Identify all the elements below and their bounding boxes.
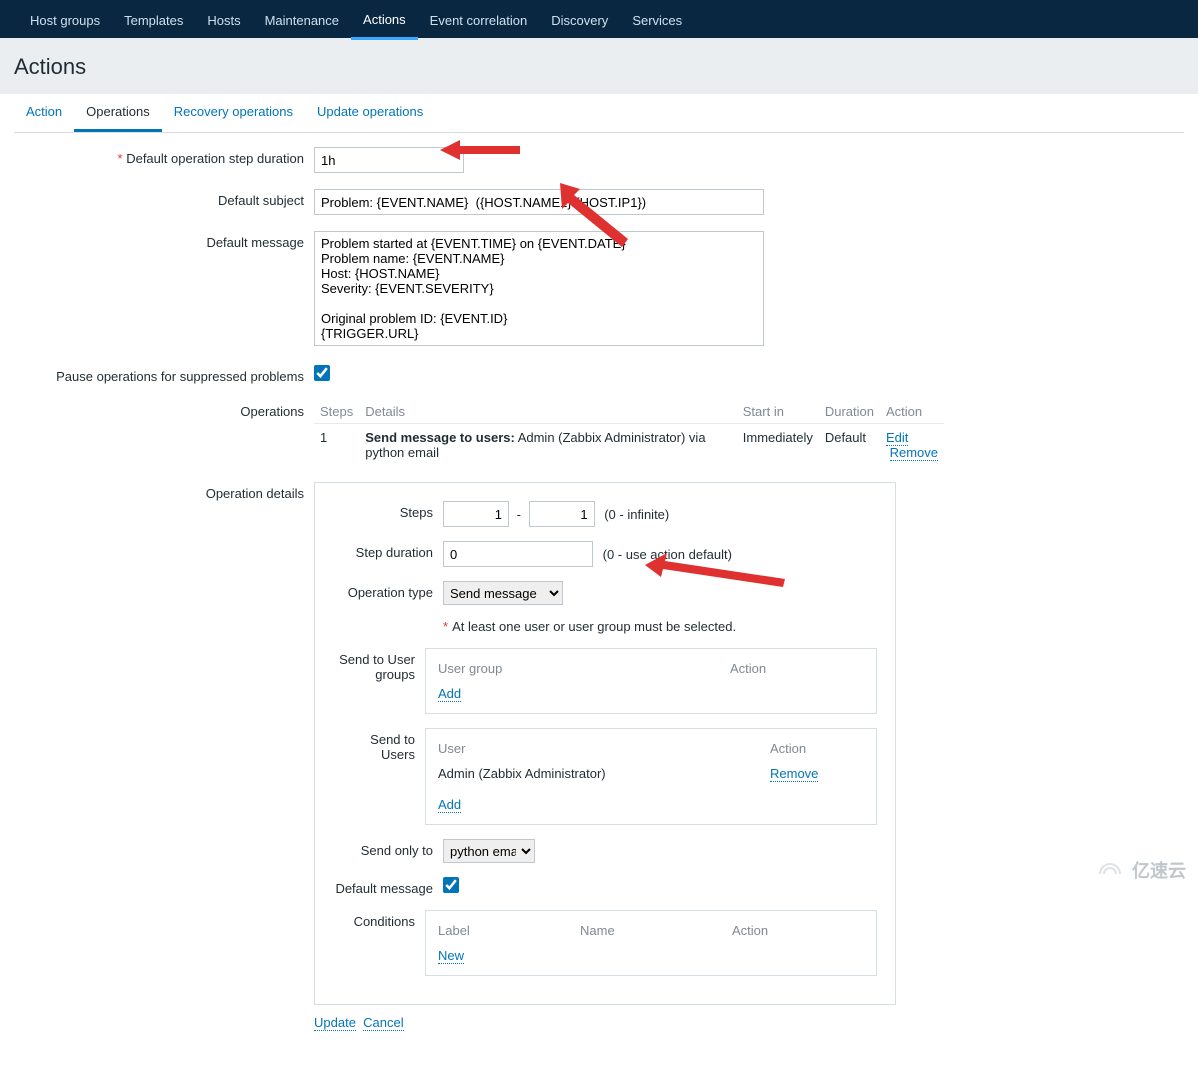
add-user-group[interactable]: Add <box>438 686 461 702</box>
d-label-steps: Steps <box>333 501 443 520</box>
input-step-from[interactable] <box>443 501 509 527</box>
page-title: Actions <box>0 38 1198 94</box>
nav-templates[interactable]: Templates <box>112 4 195 38</box>
user-row-remove[interactable]: Remove <box>770 766 818 782</box>
tab-operations[interactable]: Operations <box>74 94 162 132</box>
nav-host-groups[interactable]: Host groups <box>18 4 112 38</box>
users-table: User Action Admin (Zabbix Administrator)… <box>425 728 877 825</box>
input-step-duration[interactable] <box>443 541 593 567</box>
tab-recovery-operations[interactable]: Recovery operations <box>162 94 305 132</box>
form-area: * Default operation step duration Defaul… <box>0 133 1198 1076</box>
checkbox-pause-operations[interactable] <box>314 365 330 381</box>
label-op-details: Operation details <box>14 482 314 501</box>
op-row-steps: 1 <box>314 424 359 467</box>
th-user-action: Action <box>766 737 868 760</box>
add-user[interactable]: Add <box>438 797 461 813</box>
update-button[interactable]: Update <box>314 1015 356 1031</box>
operations-table: Steps Details Start in Duration Action 1… <box>314 400 944 466</box>
user-row: Admin (Zabbix Administrator) Remove <box>434 762 868 785</box>
op-row-remove[interactable]: Remove <box>890 445 938 461</box>
th-ug-action: Action <box>726 657 868 680</box>
new-condition[interactable]: New <box>438 948 464 964</box>
ops-th-action: Action <box>880 400 944 424</box>
d-label-send-groups: Send to User groups <box>333 648 425 682</box>
nav-hosts[interactable]: Hosts <box>195 4 252 38</box>
d-label-default-msg: Default message <box>333 877 443 896</box>
label-operations: Operations <box>14 400 314 419</box>
selection-warning: *At least one user or user group must be… <box>443 619 736 634</box>
th-user-group: User group <box>434 657 724 680</box>
d-label-op-type: Operation type <box>333 581 443 600</box>
conditions-table: Label Name Action New <box>425 910 877 976</box>
checkbox-default-message[interactable] <box>443 877 459 893</box>
op-row-details: Send message to users: Admin (Zabbix Adm… <box>359 424 737 467</box>
th-cond-label: Label <box>434 919 574 942</box>
th-cond-name: Name <box>576 919 726 942</box>
input-step-to[interactable] <box>529 501 595 527</box>
op-row-duration: Default <box>819 424 880 467</box>
input-default-step-duration[interactable] <box>314 147 464 173</box>
operation-details-panel: Steps - (0 - infinite) Step duration (0 … <box>314 482 896 1005</box>
th-cond-action: Action <box>728 919 868 942</box>
op-row-edit[interactable]: Edit <box>886 430 908 446</box>
step-separator: - <box>517 507 521 522</box>
d-label-send-users: Send to Users <box>333 728 425 762</box>
nav-services[interactable]: Services <box>620 4 694 38</box>
input-default-subject[interactable] <box>314 189 764 215</box>
label-default-step-duration: * Default operation step duration <box>14 147 314 166</box>
watermark: 亿速云 <box>1096 857 1186 883</box>
d-label-step-duration: Step duration <box>333 541 443 560</box>
d-label-send-only-to: Send only to <box>333 839 443 858</box>
d-label-conditions: Conditions <box>333 910 425 929</box>
label-default-subject: Default subject <box>14 189 314 208</box>
ops-th-duration: Duration <box>819 400 880 424</box>
nav-actions[interactable]: Actions <box>351 3 418 40</box>
hint-steps: (0 - infinite) <box>604 507 669 522</box>
user-row-name: Admin (Zabbix Administrator) <box>434 762 764 785</box>
tabs: Action Operations Recovery operations Up… <box>14 94 1184 133</box>
cancel-button[interactable]: Cancel <box>363 1015 403 1031</box>
ops-th-details: Details <box>359 400 737 424</box>
th-user: User <box>434 737 764 760</box>
nav-event-correlation[interactable]: Event correlation <box>418 4 540 38</box>
label-pause-operations: Pause operations for suppressed problems <box>14 365 314 384</box>
ops-th-startin: Start in <box>737 400 819 424</box>
operations-row: 1 Send message to users: Admin (Zabbix A… <box>314 424 944 467</box>
label-default-message: Default message <box>14 231 314 250</box>
ops-th-steps: Steps <box>314 400 359 424</box>
tab-update-operations[interactable]: Update operations <box>305 94 435 132</box>
select-operation-type[interactable]: Send message <box>443 581 563 605</box>
top-nav: Host groups Templates Hosts Maintenance … <box>0 0 1198 38</box>
nav-discovery[interactable]: Discovery <box>539 4 620 38</box>
op-row-startin: Immediately <box>737 424 819 467</box>
user-groups-table: User group Action Add <box>425 648 877 714</box>
textarea-default-message[interactable] <box>314 231 764 346</box>
select-send-only-to[interactable]: python email <box>443 839 535 863</box>
hint-step-duration: (0 - use action default) <box>603 547 732 562</box>
tab-action[interactable]: Action <box>14 94 74 132</box>
nav-maintenance[interactable]: Maintenance <box>253 4 351 38</box>
